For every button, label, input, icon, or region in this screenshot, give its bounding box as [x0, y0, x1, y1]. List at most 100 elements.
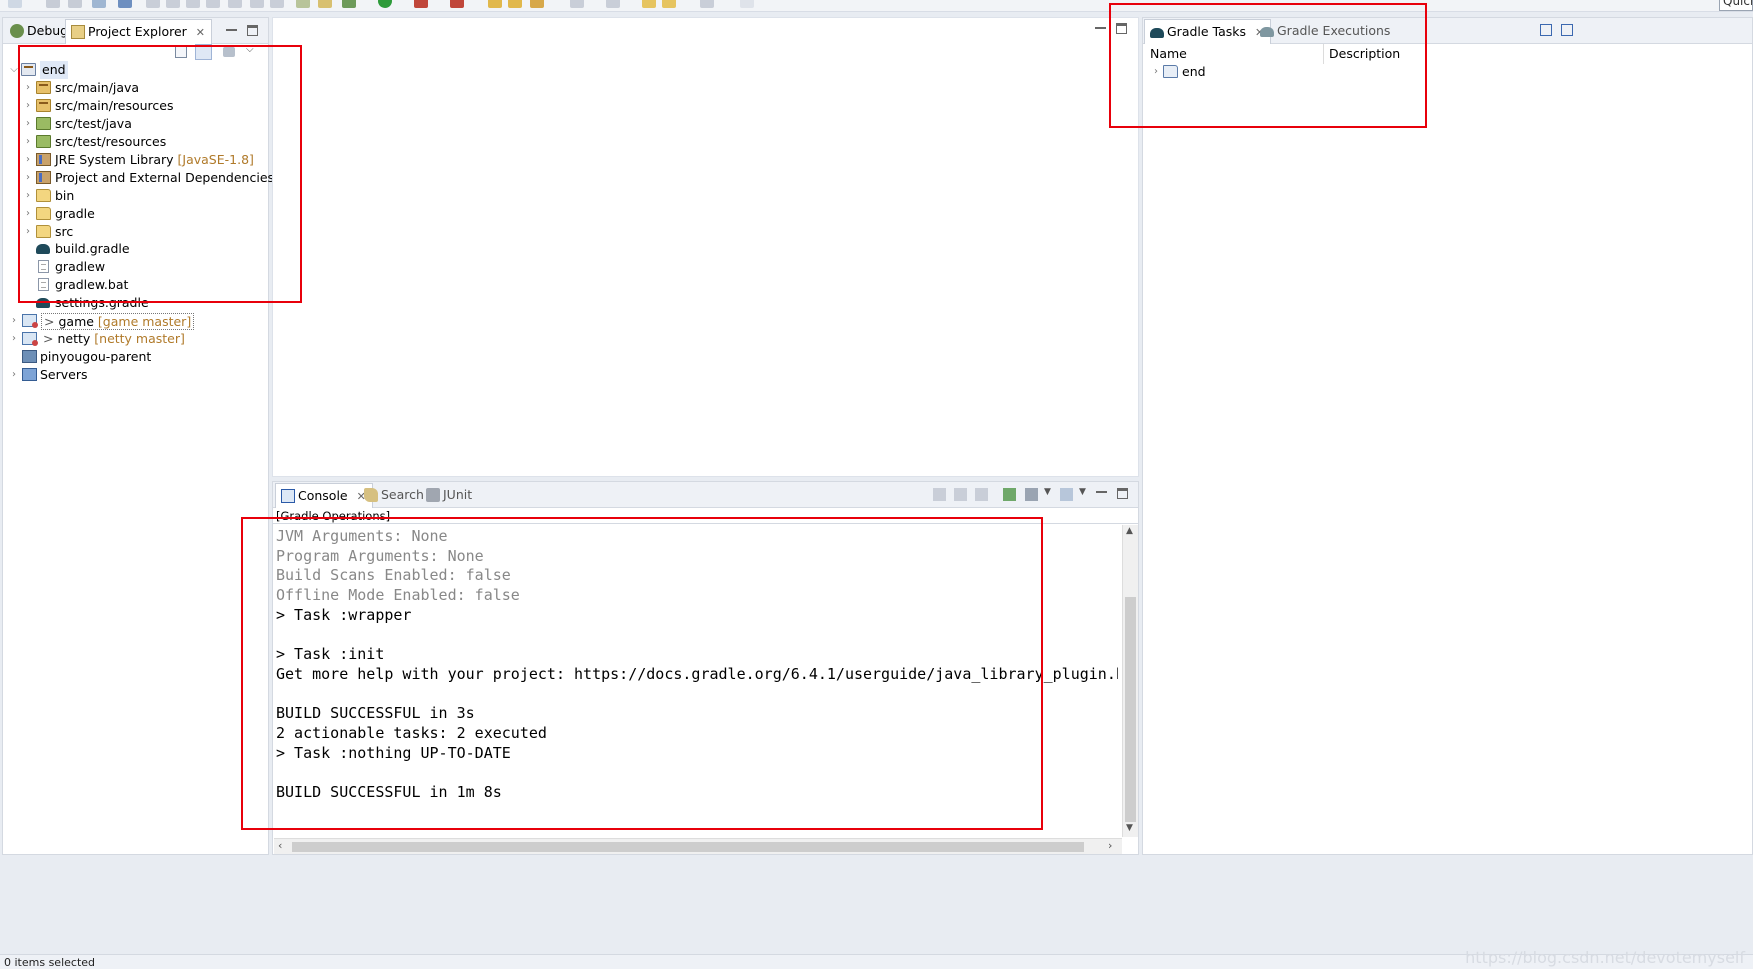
scroll-down-arrow-icon[interactable]: ▼	[1126, 823, 1133, 833]
tasks-tree-item-end[interactable]: › end	[1151, 63, 1351, 81]
console-output[interactable]: JVM Arguments: None Program Arguments: No…	[276, 527, 1118, 817]
tree-item-netty[interactable]: › > netty [netty master]	[9, 330, 259, 348]
suspend-icon[interactable]	[166, 0, 180, 8]
collapse-all-icon[interactable]	[175, 46, 187, 58]
chevron-right-icon[interactable]: ›	[23, 115, 33, 133]
chevron-right-icon[interactable]: ›	[9, 312, 19, 330]
tree-item-game[interactable]: › > game [game master]	[9, 312, 259, 330]
terminate-icon[interactable]	[186, 0, 200, 8]
tree-item-settings-gradle[interactable]: settings.gradle	[23, 294, 263, 312]
tree-item-gradlew-bat[interactable]: gradlew.bat	[23, 276, 263, 294]
chevron-right-icon[interactable]: ›	[1151, 63, 1161, 81]
step-icon[interactable]	[146, 0, 160, 8]
link-with-editor-icon[interactable]	[195, 44, 212, 60]
run-icon[interactable]	[378, 0, 392, 8]
open-console-icon[interactable]	[1060, 488, 1073, 501]
scroll-lock-icon[interactable]	[954, 488, 967, 501]
chevron-right-icon[interactable]: ›	[9, 330, 19, 348]
maximize-button[interactable]	[247, 25, 258, 36]
tree-item-bin[interactable]: › bin	[23, 187, 263, 205]
open-task-icon[interactable]	[508, 0, 522, 8]
debug-icon[interactable]	[342, 0, 356, 8]
tab-project-explorer[interactable]: Project Explorer ✕	[65, 19, 212, 44]
search-toolbar-icon[interactable]	[118, 0, 132, 8]
clear-console-icon[interactable]	[933, 488, 946, 501]
next-annotation-icon[interactable]	[570, 0, 584, 8]
tree-item-src-main-resources[interactable]: › src/main/resources	[23, 97, 263, 115]
chevron-right-icon[interactable]: ›	[23, 187, 33, 205]
skip-breakpoints-icon[interactable]	[296, 0, 310, 8]
chevron-right-icon[interactable]: ›	[23, 205, 33, 223]
maximize-button[interactable]	[1117, 488, 1128, 499]
new-icon[interactable]	[8, 0, 22, 8]
chevron-right-icon[interactable]: ›	[9, 366, 19, 384]
debug-run-icon[interactable]	[318, 0, 332, 8]
tree-item-build-gradle[interactable]: build.gradle	[23, 240, 263, 258]
collapse-tree-icon[interactable]	[1561, 24, 1573, 36]
tree-item-pinyougou-parent[interactable]: pinyougou-parent	[9, 348, 259, 366]
tree-item-servers[interactable]: › Servers	[9, 366, 259, 384]
tree-item-gradle[interactable]: › gradle	[23, 205, 263, 223]
chevron-right-icon[interactable]: ›	[23, 169, 33, 187]
word-wrap-icon[interactable]	[975, 488, 988, 501]
tree-item-end[interactable]: ⌵ end	[9, 61, 259, 79]
coverage-icon[interactable]	[450, 0, 464, 8]
tab-gradle-executions[interactable]: Gradle Executions	[1255, 19, 1396, 43]
step-into-icon[interactable]	[228, 0, 242, 8]
step-over-icon[interactable]	[250, 0, 264, 8]
chevron-right-icon[interactable]: ›	[23, 133, 33, 151]
tree-item-jre-library[interactable]: › JRE System Library [JavaSE-1.8]	[23, 151, 263, 169]
tree-item-gradlew[interactable]: gradlew	[23, 258, 263, 276]
tab-debug[interactable]: Debug	[5, 19, 74, 43]
minimize-button[interactable]	[1095, 22, 1106, 29]
filter-icon[interactable]	[223, 47, 235, 57]
scroll-left-arrow-icon[interactable]: ‹	[278, 839, 282, 852]
console-line: > Task :init	[276, 645, 385, 664]
scrollbar-thumb[interactable]	[292, 842, 1084, 852]
expanded-chevron-icon[interactable]: ⌵	[9, 61, 19, 79]
save-icon[interactable]	[46, 0, 60, 8]
view-menu-chevron-down-icon[interactable]: ⌵	[246, 44, 254, 55]
expand-icon[interactable]	[1540, 24, 1552, 36]
display-console-icon[interactable]	[1025, 488, 1038, 501]
chevron-right-icon[interactable]: ›	[23, 151, 33, 169]
quick-access-field[interactable]: Quick Access	[1719, 0, 1753, 11]
back-icon[interactable]	[642, 0, 656, 8]
pin-console-icon[interactable]	[1003, 488, 1016, 501]
column-description-header[interactable]: Description	[1329, 46, 1400, 61]
scroll-right-arrow-icon[interactable]: ›	[1108, 839, 1112, 852]
tab-gradle-tasks[interactable]: Gradle Tasks ✕	[1144, 19, 1272, 44]
dropdown-chevron-down-icon[interactable]: ▼	[1044, 487, 1051, 497]
tree-item-dependencies[interactable]: › Project and External Dependencies	[23, 169, 274, 187]
history-icon[interactable]	[700, 0, 714, 8]
scroll-up-arrow-icon[interactable]: ▲	[1126, 526, 1133, 536]
column-name-header[interactable]: Name	[1150, 46, 1187, 61]
print-icon[interactable]	[92, 0, 106, 8]
save-all-icon[interactable]	[68, 0, 82, 8]
close-icon[interactable]: ✕	[196, 21, 205, 45]
step-return-icon[interactable]	[270, 0, 284, 8]
minimize-button[interactable]	[226, 24, 237, 31]
tree-item-src-test-resources[interactable]: › src/test/resources	[23, 133, 263, 151]
vertical-scrollbar[interactable]: ▲ ▼	[1122, 525, 1138, 837]
disconnect-icon[interactable]	[206, 0, 220, 8]
open-type-icon[interactable]	[488, 0, 502, 8]
pin-editor-icon[interactable]	[740, 0, 754, 8]
scrollbar-thumb[interactable]	[1125, 597, 1136, 822]
minimize-button[interactable]	[1096, 486, 1107, 493]
tree-item-src-test-java[interactable]: › src/test/java	[23, 115, 263, 133]
annotation-icon[interactable]	[530, 0, 544, 8]
forward-icon[interactable]	[662, 0, 676, 8]
external-tools-icon[interactable]	[414, 0, 428, 8]
tab-junit[interactable]: JUnit	[421, 483, 478, 507]
chevron-right-icon[interactable]: ›	[23, 97, 33, 115]
tree-item-src-main-java[interactable]: › src/main/java	[23, 79, 263, 97]
chevron-right-icon[interactable]: ›	[23, 223, 33, 241]
tree-item-src[interactable]: › src	[23, 223, 263, 241]
prev-annotation-icon[interactable]	[606, 0, 620, 8]
horizontal-scrollbar[interactable]: ‹ ›	[274, 838, 1122, 854]
chevron-right-icon[interactable]: ›	[23, 79, 33, 97]
maximize-button[interactable]	[1116, 23, 1127, 34]
dropdown-chevron-down-icon[interactable]: ▼	[1079, 487, 1086, 497]
tab-search[interactable]: Search	[359, 483, 430, 507]
